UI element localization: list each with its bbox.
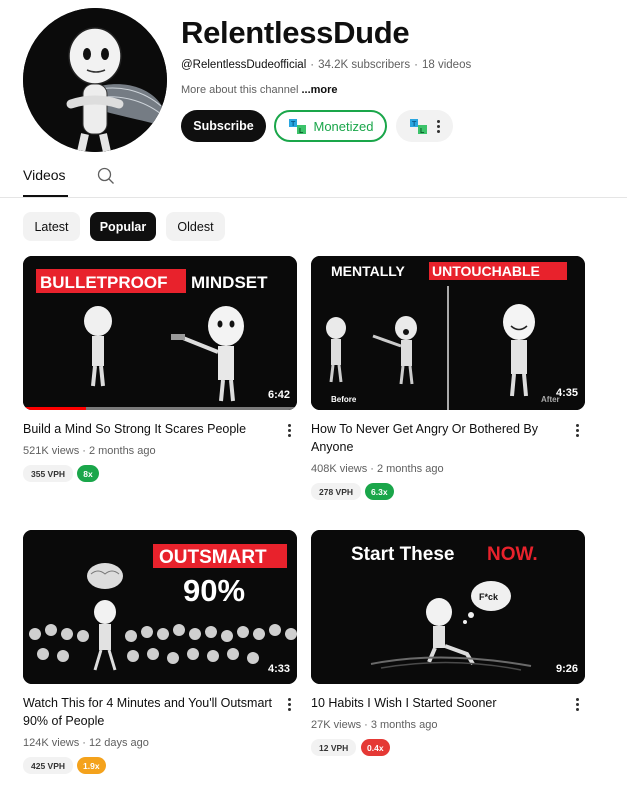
- video-age: 12 days ago: [88, 737, 149, 749]
- svg-text:L: L: [420, 128, 425, 135]
- avatar-image: [23, 8, 167, 152]
- meta-separator: ·: [82, 445, 86, 457]
- monetized-label: Monetized: [313, 118, 374, 134]
- vph-badge: 12 VPH: [311, 739, 357, 756]
- vph-badge: 355 VPH: [23, 465, 74, 482]
- channel-name: RelentlessDude: [181, 15, 410, 50]
- vph-badge: 425 VPH: [23, 757, 74, 774]
- thumb-title-b: NOW.: [487, 544, 538, 565]
- thumbnail-image: BULLETPROOF MINDSET: [23, 256, 297, 410]
- about-text: More about this channel: [181, 84, 302, 96]
- video-age: 2 months ago: [376, 463, 444, 475]
- meta-separator: ·: [82, 737, 86, 749]
- video-count: 18 videos: [421, 59, 472, 71]
- channel-about-link[interactable]: More about this channel ...more: [181, 82, 338, 98]
- channel-handle: @RelentlessDudeofficial: [181, 59, 307, 71]
- thumb-title-a: BULLETPROOF: [40, 273, 168, 292]
- video-age: 2 months ago: [88, 445, 156, 457]
- video-card[interactable]: OUTSMART 90% 4:33 Watch This for 4 Minut…: [23, 530, 299, 780]
- outlier-ratio-badge: 6.3x: [365, 483, 394, 500]
- video-thumbnail[interactable]: BULLETPROOF MINDSET 6:42: [23, 256, 297, 410]
- video-more-options-icon[interactable]: [288, 424, 291, 437]
- video-views: 408K views: [311, 463, 368, 475]
- video-meta: 521K views · 2 months ago: [23, 444, 156, 459]
- watch-progress-fill: [23, 407, 87, 410]
- vph-badge: 278 VPH: [311, 483, 362, 500]
- extension-menu-button[interactable]: T L: [396, 110, 453, 142]
- video-meta: 27K views · 3 months ago: [311, 718, 437, 733]
- channel-tabs: Videos: [0, 158, 627, 198]
- video-duration: 6:42: [267, 389, 290, 401]
- thumb-title-a: MENTALLY: [331, 263, 406, 279]
- video-views: 521K views: [23, 445, 80, 457]
- thumbnail-image: OUTSMART 90%: [23, 530, 297, 684]
- outlier-ratio-badge: 1.9x: [77, 757, 106, 774]
- meta-separator: ·: [364, 719, 368, 731]
- video-age: 3 months ago: [370, 719, 438, 731]
- video-thumbnail[interactable]: MENTALLY UNTOUCHABLE Before After 4:35: [311, 256, 585, 410]
- video-title[interactable]: Build a Mind So Strong It Scares People: [23, 420, 273, 438]
- subscribe-button[interactable]: Subscribe: [181, 110, 266, 142]
- thumb-title-a: Start These: [351, 544, 454, 565]
- video-card[interactable]: MENTALLY UNTOUCHABLE Before After 4:35 H…: [311, 256, 587, 506]
- outlier-ratio-badge: 0.4x: [361, 739, 390, 756]
- thumbnail-image: MENTALLY UNTOUCHABLE Before After: [311, 256, 585, 410]
- watch-progress-bar: [23, 407, 297, 410]
- thumb-title-b: 90%: [183, 573, 245, 608]
- video-card[interactable]: BULLETPROOF MINDSET 6:42 Build a Mind So…: [23, 256, 299, 496]
- meta-separator: ·: [370, 463, 374, 475]
- video-more-options-icon[interactable]: [288, 698, 291, 711]
- video-title[interactable]: 10 Habits I Wish I Started Sooner: [311, 694, 561, 712]
- extension-logo-icon: T L: [288, 119, 306, 135]
- video-views: 27K views: [311, 719, 362, 731]
- svg-text:L: L: [299, 128, 304, 135]
- thumb-title-a: OUTSMART: [159, 547, 267, 568]
- thumb-title-b: MINDSET: [191, 273, 268, 292]
- channel-meta: @RelentlessDudeofficial · 34.2K subscriber…: [181, 57, 471, 73]
- video-thumbnail[interactable]: Start These NOW. F*ck 9:26: [311, 530, 585, 684]
- chip-oldest[interactable]: Oldest: [166, 212, 225, 241]
- video-title[interactable]: Watch This for 4 Minutes and You'll Outs…: [23, 694, 273, 730]
- chip-popular[interactable]: Popular: [90, 212, 156, 241]
- svg-text:T: T: [291, 121, 296, 128]
- subscriber-count: 34.2K subscribers: [318, 59, 411, 71]
- monetized-button[interactable]: T L Monetized: [274, 110, 387, 142]
- video-duration: 9:26: [555, 663, 578, 675]
- active-tab-indicator: [23, 195, 68, 197]
- video-more-options-icon[interactable]: [576, 424, 579, 437]
- video-thumbnail[interactable]: OUTSMART 90% 4:33: [23, 530, 297, 684]
- video-more-options-icon[interactable]: [576, 698, 579, 711]
- video-duration: 4:35: [555, 387, 578, 399]
- search-icon[interactable]: [97, 167, 115, 185]
- video-duration: 4:33: [267, 663, 290, 675]
- video-meta: 408K views · 2 months ago: [311, 462, 444, 477]
- extension-logo-icon: T L: [410, 119, 427, 135]
- thumb-title-b: UNTOUCHABLE: [432, 263, 540, 279]
- chip-latest[interactable]: Latest: [23, 212, 80, 241]
- meta-separator: ·: [414, 59, 418, 71]
- svg-text:T: T: [412, 121, 417, 128]
- tab-videos[interactable]: Videos: [23, 167, 66, 183]
- thumb-before-label: Before: [331, 395, 357, 404]
- channel-avatar[interactable]: [23, 8, 167, 152]
- video-meta: 124K views · 12 days ago: [23, 736, 149, 751]
- video-views: 124K views: [23, 737, 80, 749]
- thumbnail-image: Start These NOW. F*ck: [311, 530, 585, 684]
- more-options-icon: [437, 119, 440, 133]
- outlier-ratio-badge: 8x: [77, 465, 99, 482]
- video-title[interactable]: How To Never Get Angry Or Bothered By An…: [311, 420, 561, 456]
- video-card[interactable]: Start These NOW. F*ck 9:26 10 Habits I W…: [311, 530, 587, 770]
- thumb-bubble-text: F*ck: [479, 592, 499, 602]
- meta-separator: ·: [310, 59, 315, 71]
- about-more-link[interactable]: ...more: [301, 84, 337, 96]
